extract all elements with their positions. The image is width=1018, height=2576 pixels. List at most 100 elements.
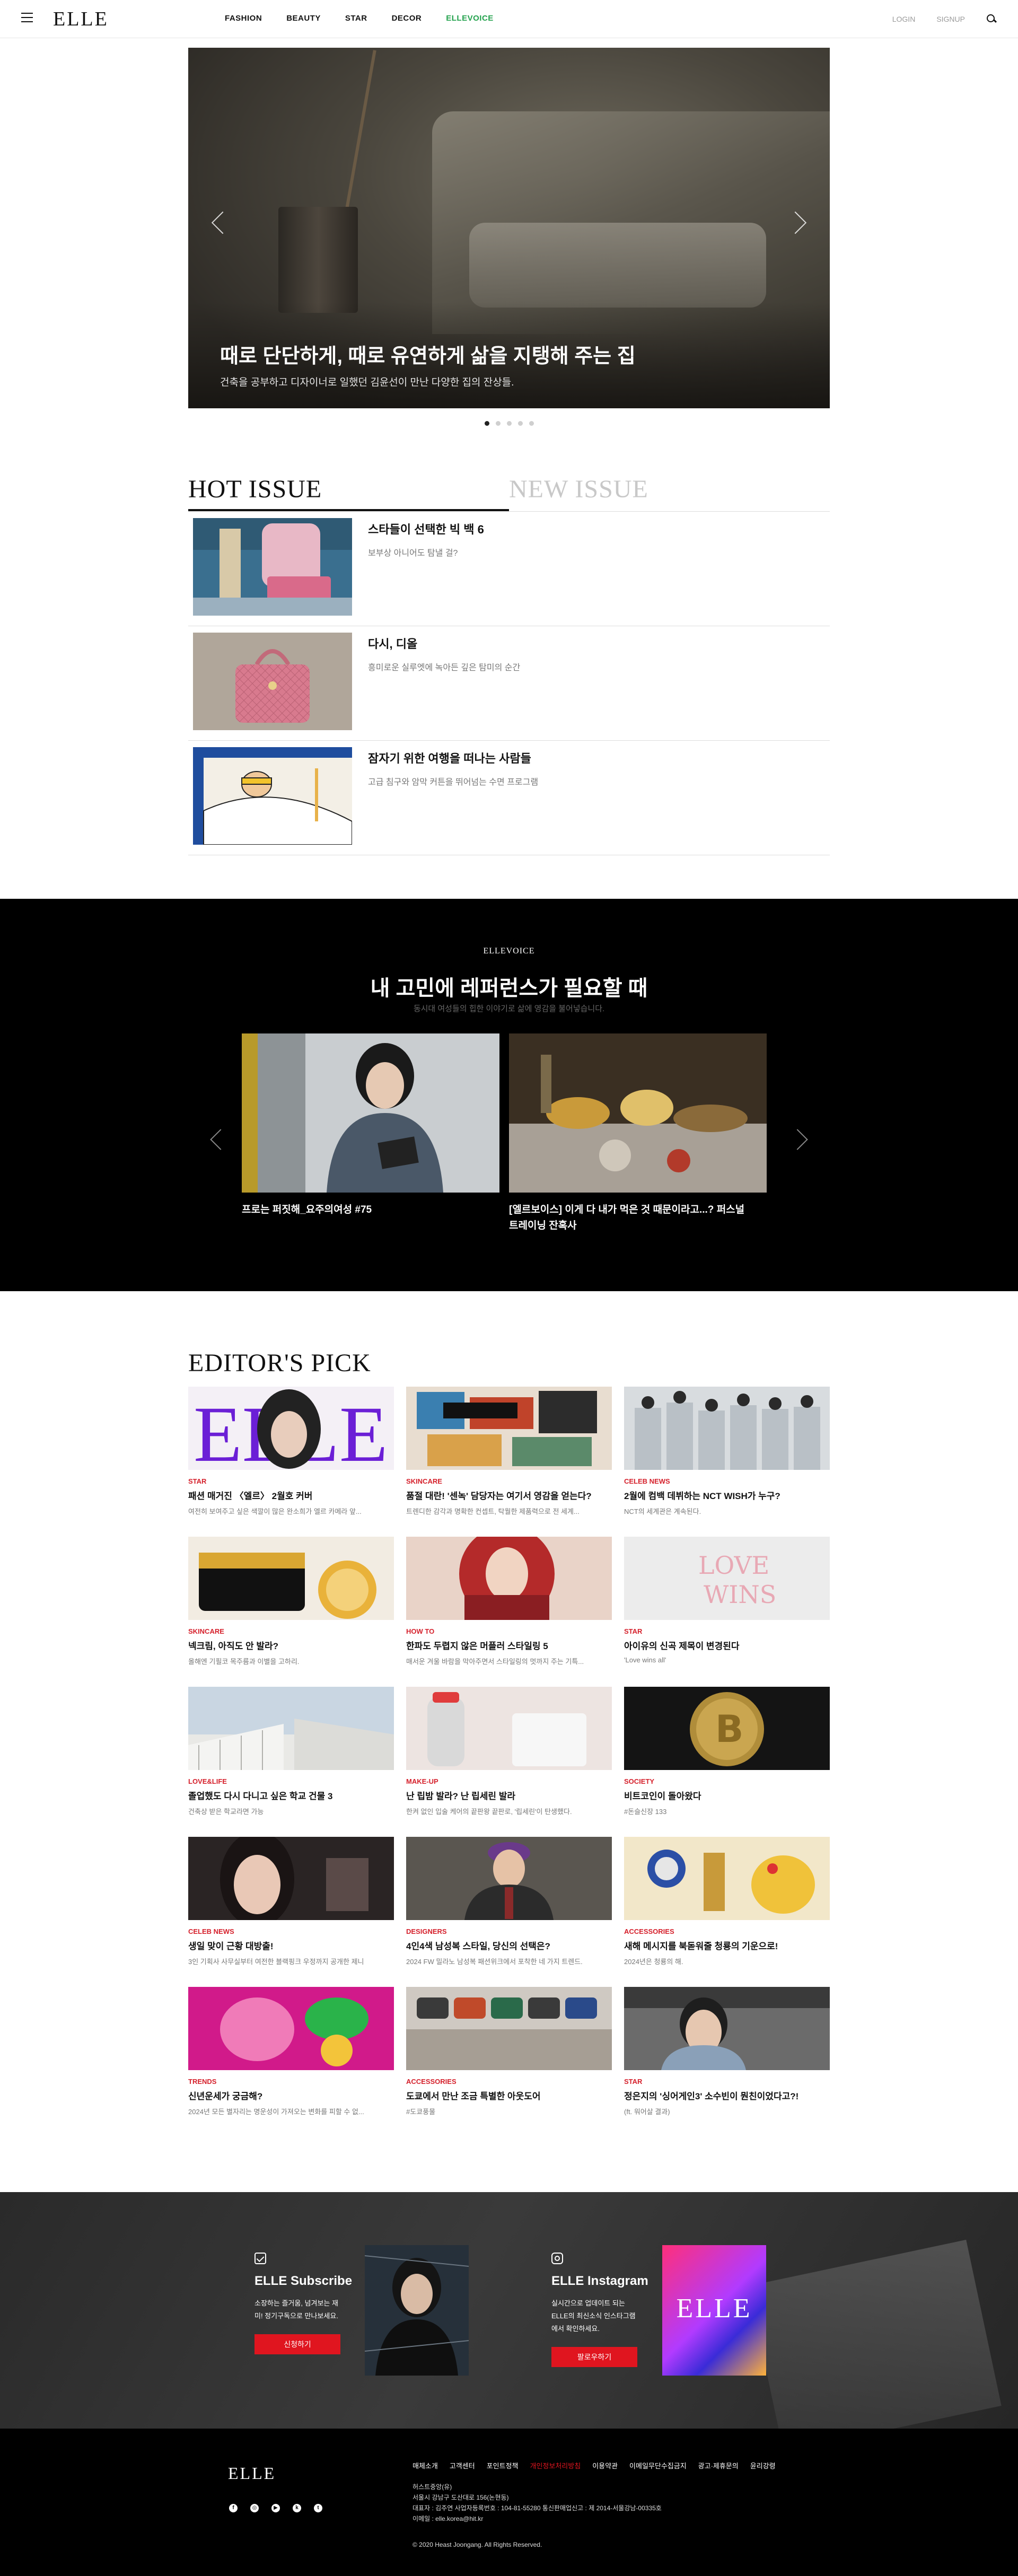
pick-card[interactable]: LOVE WINS STAR 아이유의 신곡 제목이 변경된다 'Love win… (624, 1537, 830, 1687)
pick-card-title[interactable]: 4인4색 남성복 스타일, 당신의 선택은? (406, 1939, 612, 1952)
pick-card-category[interactable]: MAKE-UP (406, 1777, 612, 1785)
pick-card-category[interactable]: TRENDS (188, 2078, 394, 2086)
ellevoice-next-arrow-icon[interactable] (787, 1129, 808, 1150)
pick-card-title[interactable]: 넥크림, 아직도 안 발라? (188, 1639, 394, 1652)
issue-title[interactable]: 잠자기 위한 여행을 떠나는 사람들 (368, 749, 538, 766)
footer-link[interactable]: 이용약관 (592, 2460, 618, 2470)
ellevoice-card[interactable]: 프로는 퍼짓해_요주의여성 #75 (242, 1033, 499, 1218)
tab-new-issue[interactable]: NEW ISSUE (509, 467, 830, 511)
follow-button[interactable]: 팔로우하기 (551, 2347, 637, 2367)
pick-card[interactable]: ACCESSORIES 도쿄에서 만난 조금 특별한 아웃도어 #도쿄풍물 (406, 1987, 612, 2137)
ellevoice-card-caption[interactable]: [엘르보이스] 이게 다 내가 먹은 것 때문이라고...? 퍼스널 트레이닝 … (509, 1202, 767, 1234)
footer-logo[interactable]: ELLE (228, 2464, 276, 2483)
pick-card-category[interactable]: DESIGNERS (406, 1927, 612, 1935)
pick-card-title[interactable]: 아이유의 신곡 제목이 변경된다 (624, 1639, 830, 1652)
nav-fashion[interactable]: FASHION (225, 14, 262, 23)
kakao-icon[interactable]: k (293, 2504, 301, 2512)
pick-card-title[interactable]: 신년운세가 궁금해? (188, 2089, 394, 2102)
pick-card-image[interactable] (624, 1837, 830, 1920)
youtube-icon[interactable]: ▶ (271, 2504, 280, 2512)
hero-title[interactable]: 때로 단단하게, 때로 유연하게 삶을 지탱해 주는 집 (220, 339, 636, 369)
pick-card[interactable]: CELEB NEWS 생일 맞이 근황 대방출! 3인 기획사 사무실부터 여전… (188, 1837, 394, 1987)
hero-dot-2[interactable] (495, 421, 501, 426)
hero-dot-4[interactable] (517, 421, 523, 426)
ellevoice-prev-arrow-icon[interactable] (210, 1129, 231, 1150)
issue-thumb-sleep-image[interactable] (193, 747, 352, 845)
pick-card-category[interactable]: ACCESSORIES (406, 2078, 612, 2086)
pick-card[interactable]: ELLE STAR 패션 매거진 〈엘르〉 2월호 커버 여전히 보여주고 싶은… (188, 1387, 394, 1537)
hero-dot-1[interactable] (484, 421, 489, 426)
menu-icon[interactable] (21, 13, 33, 22)
pick-card-image[interactable] (624, 1987, 830, 2070)
pick-card-title[interactable]: 생일 맞이 근황 대방출! (188, 1939, 394, 1952)
pick-card-title[interactable]: 새해 메시지를 북돋워줄 청룡의 기운으로! (624, 1939, 830, 1952)
pick-card-category[interactable]: LOVE&LIFE (188, 1777, 394, 1785)
nav-star[interactable]: STAR (345, 14, 367, 23)
instagram-sns-icon[interactable]: ◎ (250, 2504, 259, 2512)
site-logo[interactable]: ELLE (53, 7, 109, 31)
magazine-cover-image[interactable] (365, 2245, 469, 2376)
nav-ellevoice[interactable]: ELLEVOICE (446, 14, 494, 23)
pick-card-title[interactable]: 2월에 컴백 데뷔하는 NCT WISH가 누구? (624, 1488, 830, 1502)
instagram-logo-image[interactable]: ELLE (662, 2245, 766, 2376)
pick-card-image[interactable]: LOVE WINS (624, 1537, 830, 1620)
pick-card-title[interactable]: 졸업했도 다시 다니고 싶은 학교 건물 3 (188, 1789, 394, 1802)
pick-card-category[interactable]: SOCIETY (624, 1777, 830, 1785)
footer-link[interactable]: 광고·제휴문의 (698, 2460, 739, 2470)
hero-prev-arrow-icon[interactable] (211, 211, 234, 234)
pick-card[interactable]: HOW TO 한파도 두렵지 않은 머플러 스타일링 5 매서운 겨울 바람을 … (406, 1537, 612, 1687)
pick-card-image[interactable]: ELLE (188, 1387, 394, 1470)
pick-card-category[interactable]: STAR (188, 1477, 394, 1485)
pick-card-title[interactable]: 난 립밤 발라? 난 립세린 발라 (406, 1789, 612, 1802)
issue-item[interactable]: 다시, 디올 흥미로운 실루엣에 녹아든 깊은 탐미의 순간 (188, 626, 830, 741)
footer-link[interactable]: 이메일무단수집금지 (629, 2460, 687, 2470)
pick-card[interactable]: TRENDS 신년운세가 궁금해? 2024년 모든 별자리는 명운성이 가져오… (188, 1987, 394, 2137)
pick-card-image[interactable] (406, 1837, 612, 1920)
signup-link[interactable]: SIGNUP (936, 15, 965, 23)
pick-card-category[interactable]: STAR (624, 1627, 830, 1635)
pick-card[interactable]: B SOCIETY 비트코인이 돌아왔다 #돈슬신장 133 (624, 1687, 830, 1837)
footer-link[interactable]: 포인트정책 (487, 2460, 519, 2470)
pick-card-category[interactable]: HOW TO (406, 1627, 612, 1635)
pick-card-image[interactable] (406, 1687, 612, 1770)
pick-card-title[interactable]: 도쿄에서 만난 조금 특별한 아웃도어 (406, 2089, 612, 2102)
footer-link[interactable]: 고객센터 (450, 2460, 475, 2470)
issue-item[interactable]: 스타들이 선택한 빅 백 6 보부상 아니어도 탐낼 걸? (188, 512, 830, 626)
pick-card-image[interactable] (188, 1537, 394, 1620)
footer-link[interactable]: 윤리강령 (750, 2460, 776, 2470)
pick-card-category[interactable]: ACCESSORIES (624, 1927, 830, 1935)
issue-title[interactable]: 다시, 디올 (368, 635, 520, 652)
pick-card-image[interactable] (406, 1387, 612, 1470)
pick-card[interactable]: STAR 정은지의 '싱어게인3' 소수빈이 뭔친이었다고?! (ft. 워어살… (624, 1987, 830, 2137)
ellevoice-card[interactable]: [엘르보이스] 이게 다 내가 먹은 것 때문이라고...? 퍼스널 트레이닝 … (509, 1033, 767, 1234)
login-link[interactable]: LOGIN (892, 15, 916, 23)
tab-hot-issue[interactable]: HOT ISSUE (188, 467, 509, 511)
pick-card-category[interactable]: STAR (624, 2078, 830, 2086)
pick-card-image[interactable] (624, 1387, 830, 1470)
pick-card[interactable]: LOVE&LIFE 졸업했도 다시 다니고 싶은 학교 건물 3 건축상 받은 … (188, 1687, 394, 1837)
pick-card[interactable]: SKINCARE 품절 대란! '센녹' 담당자는 여기서 영감을 얻는다? 트… (406, 1387, 612, 1537)
pick-card-title[interactable]: 품절 대란! '센녹' 담당자는 여기서 영감을 얻는다? (406, 1488, 612, 1502)
hero-slider[interactable]: 때로 단단하게, 때로 유연하게 삶을 지탱해 주는 집 건축을 공부하고 디자… (188, 48, 830, 408)
hero-dot-3[interactable] (506, 421, 512, 426)
facebook-icon[interactable]: f (229, 2504, 238, 2512)
footer-link[interactable]: 매체소개 (413, 2460, 438, 2470)
pick-card-category[interactable]: SKINCARE (188, 1627, 394, 1635)
issue-thumb-bag-image[interactable] (193, 518, 352, 616)
pick-card-title[interactable]: 비트코인이 돌아왔다 (624, 1789, 830, 1802)
pick-card[interactable]: DESIGNERS 4인4색 남성복 스타일, 당신의 선택은? 2024 FW… (406, 1837, 612, 1987)
ellevoice-card-caption[interactable]: 프로는 퍼짓해_요주의여성 #75 (242, 1202, 499, 1218)
subscribe-button[interactable]: 신청하기 (254, 2334, 340, 2354)
nav-decor[interactable]: DECOR (392, 14, 422, 23)
footer-link-privacy[interactable]: 개인정보처리방침 (530, 2460, 581, 2470)
issue-item[interactable]: 잠자기 위한 여행을 떠나는 사람들 고급 침구와 암막 커튼을 뛰어넘는 수면… (188, 741, 830, 855)
pick-card[interactable]: ACCESSORIES 새해 메시지를 북돋워줄 청룡의 기운으로! 2024년… (624, 1837, 830, 1987)
ellevoice-card-image[interactable] (509, 1033, 767, 1193)
pick-card-category[interactable]: CELEB NEWS (188, 1927, 394, 1935)
pick-card[interactable]: CELEB NEWS 2월에 컴백 데뷔하는 NCT WISH가 누구? NCT… (624, 1387, 830, 1537)
issue-title[interactable]: 스타들이 선택한 빅 백 6 (368, 520, 484, 537)
pick-card-image[interactable] (406, 1537, 612, 1620)
nav-beauty[interactable]: BEAUTY (286, 14, 321, 23)
pick-card-title[interactable]: 정은지의 '싱어게인3' 소수빈이 뭔친이었다고?! (624, 2089, 830, 2102)
ellevoice-card-image[interactable] (242, 1033, 499, 1193)
